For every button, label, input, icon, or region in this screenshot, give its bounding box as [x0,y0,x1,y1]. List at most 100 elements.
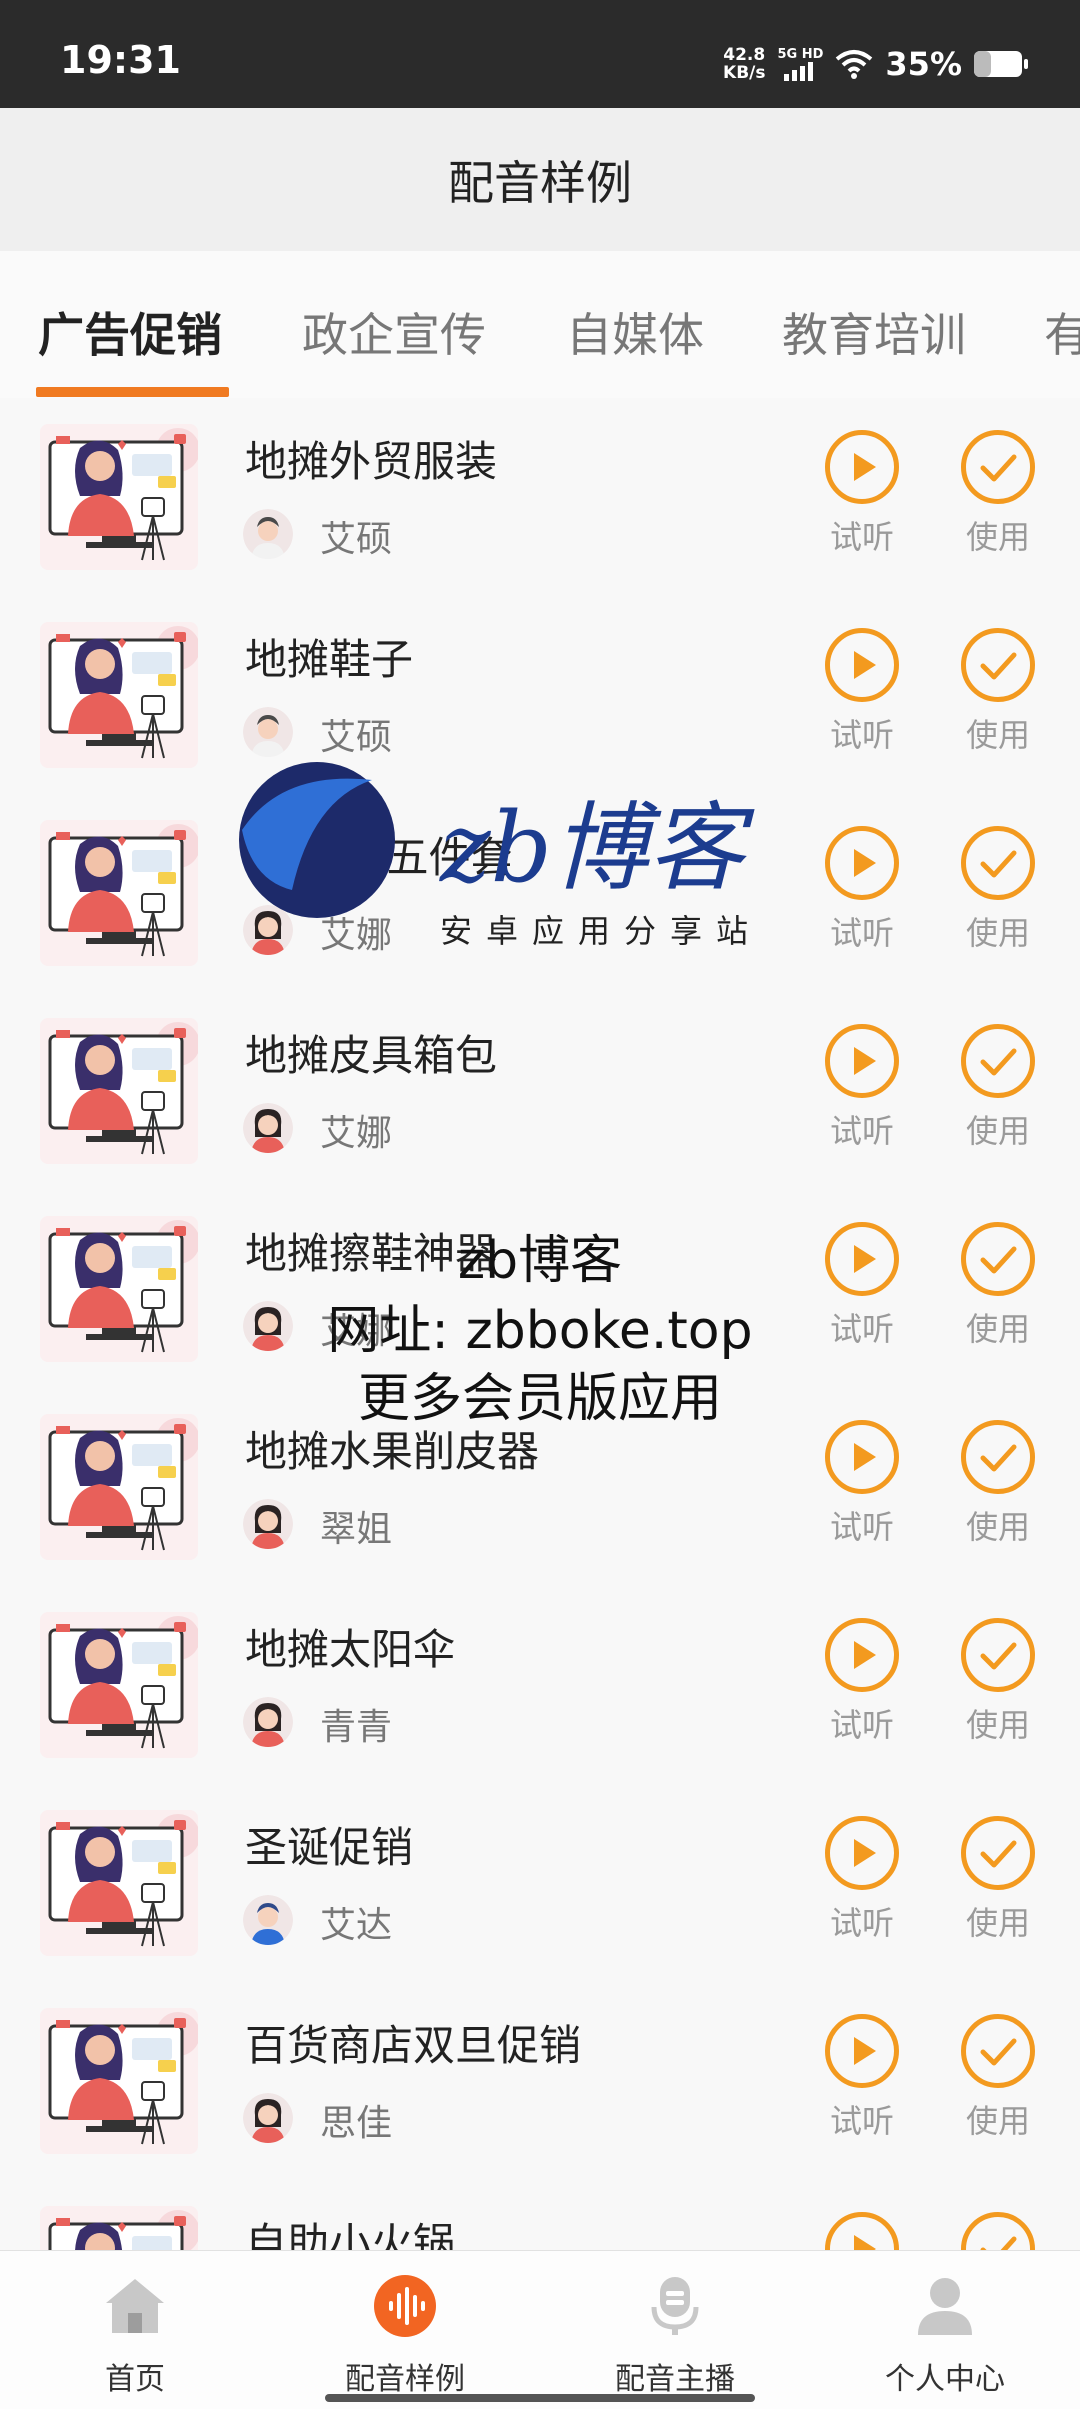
use-button[interactable]: 使用 [948,826,1048,954]
list-item[interactable]: 自助小火锅 试听 使用 [0,2180,1080,2250]
play-icon [825,2212,899,2250]
sample-thumbnail [40,1612,198,1758]
voice-avatar [243,1103,293,1153]
play-icon [825,430,899,504]
nav-home-label: 首页 [105,2362,165,2397]
voice-name: 艾达 [320,1905,393,1946]
play-icon [825,1420,899,1494]
play-button[interactable]: 试听 [812,2014,912,2142]
sample-title: 地摊外贸服装 [245,437,498,486]
nav-anchors-label: 配音主播 [615,2362,735,2397]
check-icon [961,2212,1035,2250]
sample-title: 地摊鞋子 [245,635,414,684]
voice-avatar [243,1499,293,1549]
play-icon [825,1816,899,1890]
list-item[interactable]: 百货商店双旦促销 思佳 试听 使用 [0,1982,1080,2180]
use-button[interactable]: 使用 [948,1420,1048,1548]
play-label: 试听 [829,2102,894,2140]
sample-thumbnail [40,1216,198,1362]
play-button[interactable]: 试听 [812,1816,912,1944]
check-icon [961,1420,1035,1494]
nav-samples[interactable]: 配音样例 [270,2251,540,2409]
use-label: 使用 [965,2102,1030,2140]
battery-icon [974,51,1028,77]
sample-thumbnail [40,1414,198,1560]
sample-thumbnail [40,2206,198,2250]
voice-avatar [243,707,293,757]
use-button[interactable]: 使用 [948,1222,1048,1350]
play-button[interactable]: 试听 [812,430,912,558]
category-tabs: 广告促销 政企宣传 自媒体 教育培训 有 [0,251,1080,398]
tab-more-partial[interactable]: 有 [1044,299,1080,365]
audio-wave-icon [374,2275,436,2337]
sample-title: 圣诞促销 [245,1823,414,1872]
use-label: 使用 [965,1310,1030,1348]
sample-title: 自助小火锅 [245,2219,456,2250]
nav-home[interactable]: 首页 [0,2251,270,2409]
tab-government-enterprise[interactable]: 政企宣传 [302,299,486,365]
use-label: 使用 [965,1112,1030,1150]
sample-title: 地摊擦鞋神器 [245,1229,498,1278]
list-item[interactable]: 地摊外贸服装 艾硕 试听 使用 [0,398,1080,596]
play-button[interactable]: 试听 [812,2212,912,2250]
use-label: 使用 [965,914,1030,952]
use-button[interactable]: 使用 [948,2212,1048,2250]
sample-thumbnail [40,424,198,570]
list-item[interactable]: 地摊擦鞋神器 艾娜 试听 使用 [0,1190,1080,1388]
voice-name: 艾娜 [320,1311,393,1352]
use-button[interactable]: 使用 [948,1024,1048,1152]
check-icon [961,1222,1035,1296]
sample-title: 地摊XX五件套 [245,833,513,882]
play-button[interactable]: 试听 [812,1618,912,1746]
use-button[interactable]: 使用 [948,628,1048,756]
sample-title: 地摊皮具箱包 [245,1031,498,1080]
use-label: 使用 [965,1508,1030,1546]
play-button[interactable]: 试听 [812,1222,912,1350]
play-label: 试听 [829,914,894,952]
tab-ad-promotion[interactable]: 广告促销 [38,299,222,365]
use-button[interactable]: 使用 [948,430,1048,558]
list-item[interactable]: 地摊水果削皮器 翠姐 试听 使用 [0,1388,1080,1586]
tab-education-training[interactable]: 教育培训 [782,299,966,365]
sample-title: 百货商店双旦促销 [245,2021,582,2070]
list-item[interactable]: 地摊皮具箱包 艾娜 试听 使用 [0,992,1080,1190]
check-icon [961,1618,1035,1692]
home-indicator [325,2394,755,2402]
check-icon [961,628,1035,702]
play-button[interactable]: 试听 [812,1420,912,1548]
sample-thumbnail [40,2008,198,2154]
cell-signal-icon: 5G HD [777,48,823,81]
nav-samples-label: 配音样例 [345,2362,465,2397]
play-button[interactable]: 试听 [812,826,912,954]
use-button[interactable]: 使用 [948,2014,1048,2142]
wifi-icon [836,50,873,79]
voice-avatar [243,905,293,955]
check-icon [961,826,1035,900]
voice-name: 翠姐 [320,1509,393,1550]
tab-self-media[interactable]: 自媒体 [566,299,704,365]
play-icon [825,628,899,702]
play-label: 试听 [829,1706,894,1744]
list-item[interactable]: 地摊鞋子 艾硕 试听 使用 [0,596,1080,794]
voice-avatar [243,1301,293,1351]
check-icon [961,1024,1035,1098]
use-button[interactable]: 使用 [948,1816,1048,1944]
play-label: 试听 [829,1508,894,1546]
play-button[interactable]: 试听 [812,628,912,756]
nav-profile[interactable]: 个人中心 [810,2251,1080,2409]
list-item[interactable]: 地摊太阳伞 青青 试听 使用 [0,1586,1080,1784]
voice-avatar [243,1697,293,1747]
play-icon [825,826,899,900]
list-item[interactable]: 地摊XX五件套 艾娜 试听 使用 [0,794,1080,992]
person-icon [918,2278,972,2335]
use-button[interactable]: 使用 [948,1618,1048,1746]
sample-title: 地摊太阳伞 [245,1625,456,1674]
bottom-nav: 首页 配音样例 配音主播 个人中心 [0,2250,1080,2409]
list-item[interactable]: 圣诞促销 艾达 试听 使用 [0,1784,1080,1982]
use-label: 使用 [965,1706,1030,1744]
play-button[interactable]: 试听 [812,1024,912,1152]
play-label: 试听 [829,1904,894,1942]
sample-thumbnail [40,622,198,768]
nav-anchors[interactable]: 配音主播 [540,2251,810,2409]
play-label: 试听 [829,1310,894,1348]
